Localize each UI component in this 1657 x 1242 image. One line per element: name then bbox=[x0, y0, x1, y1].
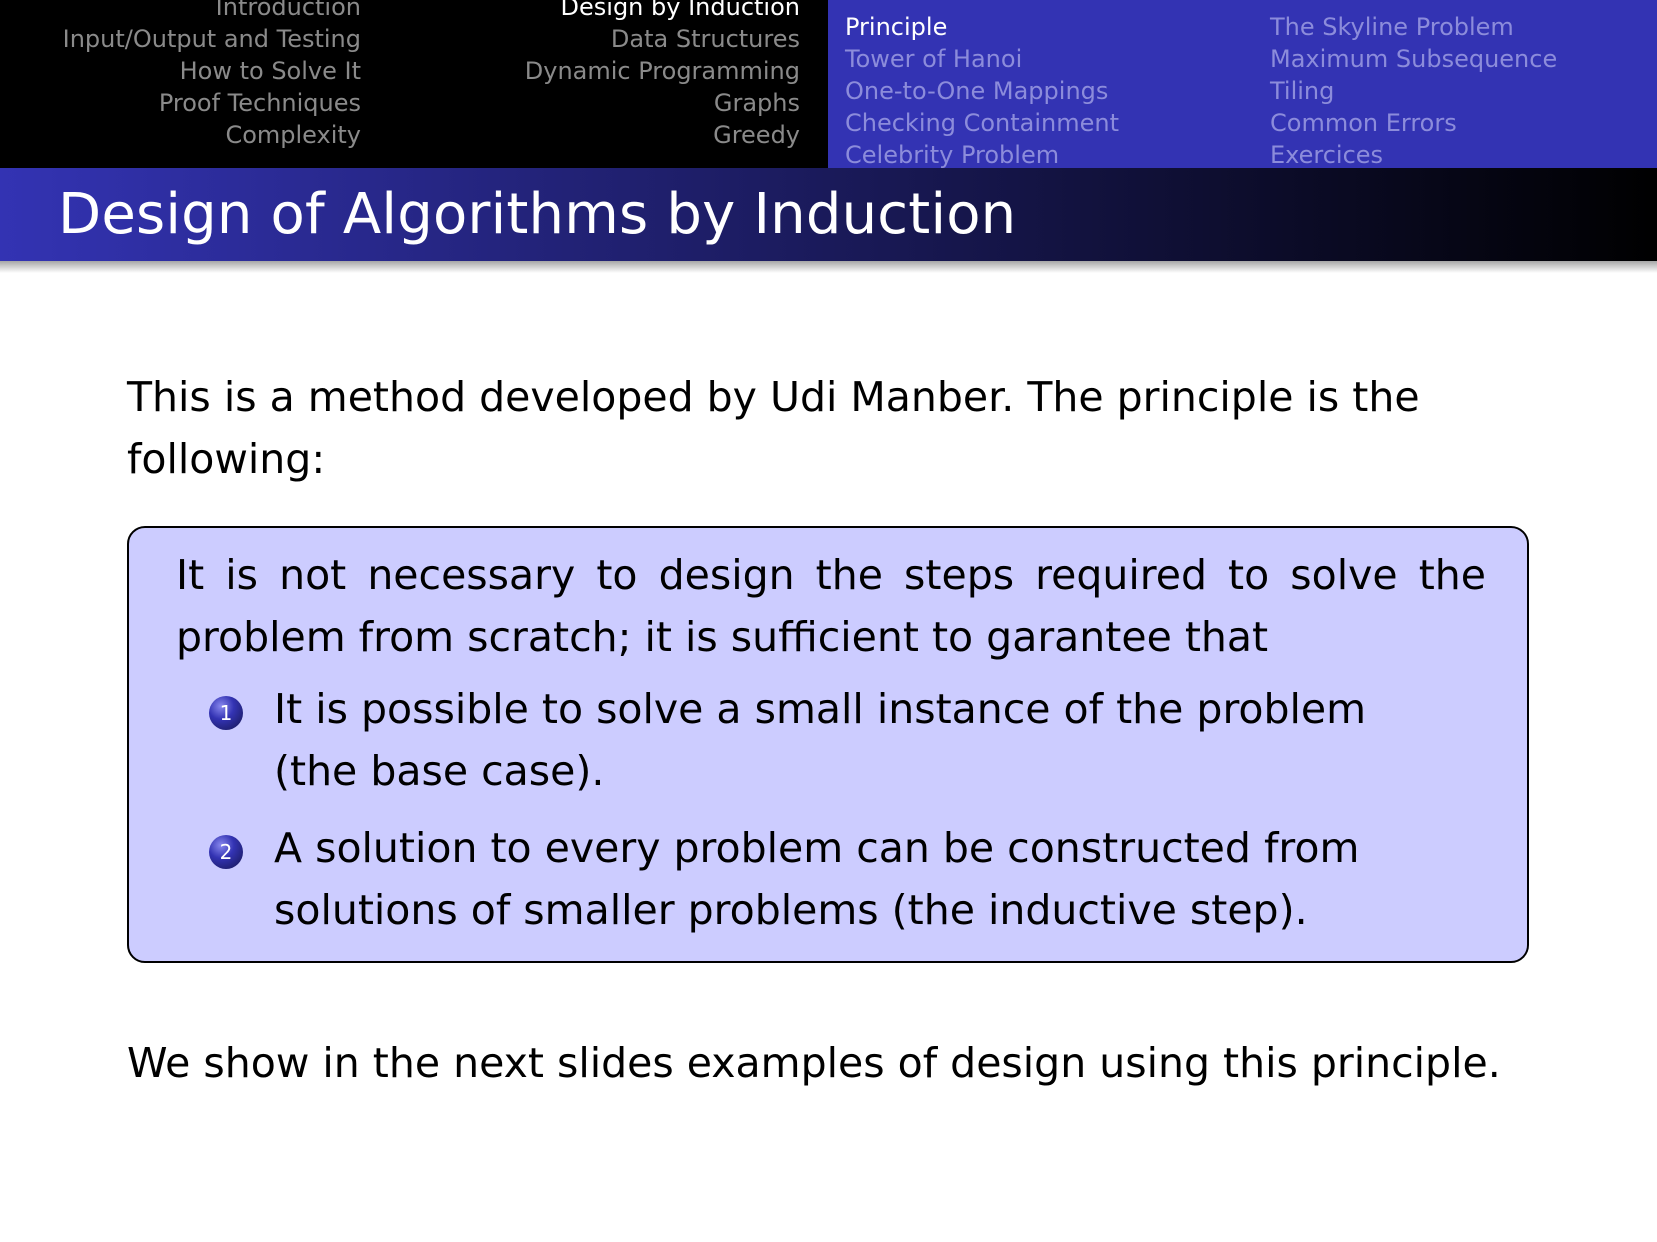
closing-paragraph: We show in the next slides examples of d… bbox=[127, 1039, 1501, 1087]
nav-subsection-skyline-problem[interactable]: The Skyline Problem bbox=[1270, 11, 1557, 43]
nav-section-data-structures[interactable]: Data Structures bbox=[525, 23, 800, 55]
nav-sections-column-1: Introduction Input/Output and Testing Ho… bbox=[63, 0, 361, 151]
list-item-text: It is possible to solve a small instance… bbox=[274, 685, 1367, 795]
nav-subsections-column-1: Principle Tower of Hanoi One-to-One Mapp… bbox=[845, 11, 1119, 171]
enumerate-ball-icon: 2 bbox=[209, 835, 243, 869]
frame-title: Design of Algorithms by Induction bbox=[58, 182, 1017, 247]
nav-subsection-checking-containment[interactable]: Checking Containment bbox=[845, 107, 1119, 139]
nav-section-complexity[interactable]: Complexity bbox=[63, 119, 361, 151]
nav-subsection-exercices[interactable]: Exercices bbox=[1270, 139, 1557, 171]
nav-subsection-principle[interactable]: Principle bbox=[845, 11, 1119, 43]
nav-subsection-celebrity-problem[interactable]: Celebrity Problem bbox=[845, 139, 1119, 171]
nav-subsection-tiling[interactable]: Tiling bbox=[1270, 75, 1557, 107]
nav-subsection-maximum-subsequence[interactable]: Maximum Subsequence bbox=[1270, 43, 1557, 75]
list-item-text: A solution to every problem can be const… bbox=[274, 824, 1360, 934]
title-bar-shadow bbox=[0, 261, 1657, 273]
nav-section-proof-techniques[interactable]: Proof Techniques bbox=[63, 87, 361, 119]
nav-section-dynamic-programming[interactable]: Dynamic Programming bbox=[525, 55, 800, 87]
principle-block: It is not necessary to design the steps … bbox=[127, 526, 1529, 963]
nav-subsection-one-to-one[interactable]: One-to-One Mappings bbox=[845, 75, 1119, 107]
enumerate-ball-icon: 1 bbox=[209, 696, 243, 730]
nav-section-how-to-solve[interactable]: How to Solve It bbox=[63, 55, 361, 87]
nav-subsection-common-errors[interactable]: Common Errors bbox=[1270, 107, 1557, 139]
nav-subsections-column-2: The Skyline Problem Maximum Subsequence … bbox=[1270, 11, 1557, 171]
nav-subsection-tower-of-hanoi[interactable]: Tower of Hanoi bbox=[845, 43, 1119, 75]
principle-statement: It is not necessary to design the steps … bbox=[176, 551, 1486, 661]
intro-paragraph: This is a method developed by Udi Manber… bbox=[127, 373, 1420, 483]
nav-section-input-output[interactable]: Input/Output and Testing bbox=[63, 23, 361, 55]
nav-section-graphs[interactable]: Graphs bbox=[525, 87, 800, 119]
nav-section-introduction[interactable]: Introduction bbox=[63, 0, 361, 23]
nav-section-greedy[interactable]: Greedy bbox=[525, 119, 800, 151]
nav-sections-column-2: Design by Induction Data Structures Dyna… bbox=[525, 0, 800, 151]
nav-section-design-by-induction[interactable]: Design by Induction bbox=[525, 0, 800, 23]
